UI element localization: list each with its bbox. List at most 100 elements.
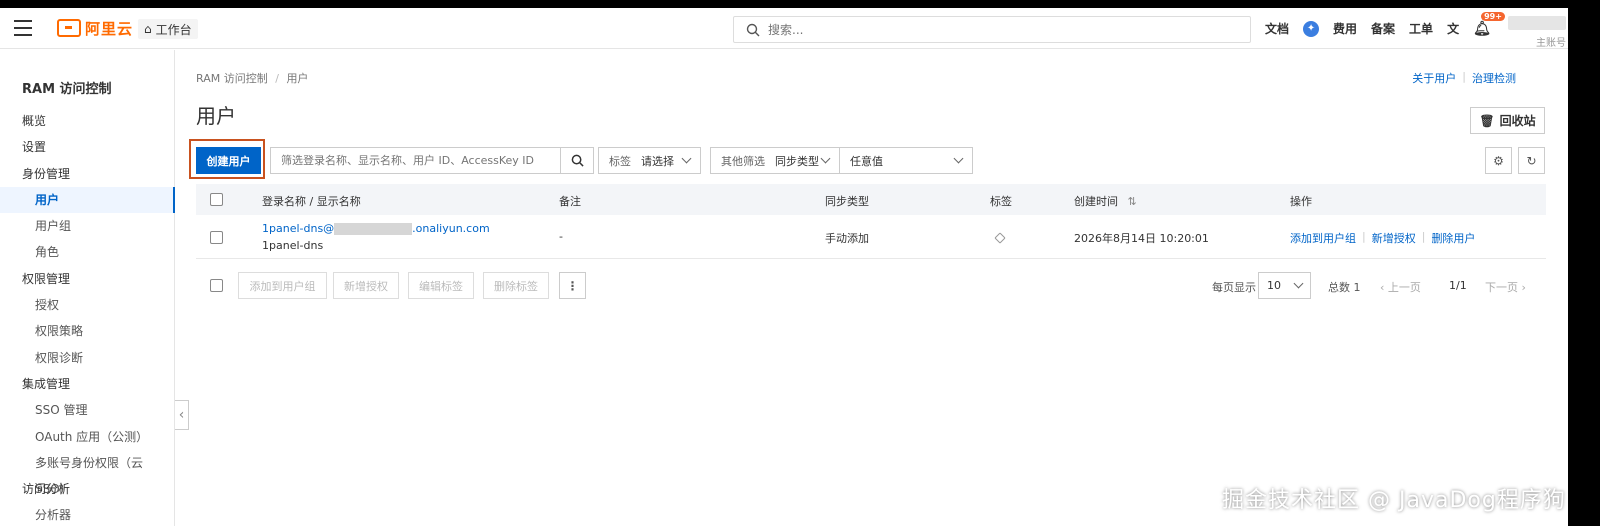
trash-icon: 🗑︎ (1479, 113, 1495, 128)
next-page-button[interactable]: 下一页 › (1485, 279, 1526, 295)
chevron-down-icon (820, 153, 831, 164)
total-count: 总数 1 (1328, 281, 1361, 294)
workbench-label: 工作台 (155, 22, 192, 37)
sidebar-item-9[interactable]: 权限诊断 (0, 345, 175, 371)
sidebar-item-1[interactable]: 设置 (0, 134, 175, 160)
chevron-down-icon (953, 153, 964, 164)
sort-icon: ⇅ (1127, 195, 1137, 208)
sidebar: RAM 访问控制 概览 设置 身份管理 用户 用户组 角色 权限管理 授权 权限策略 权限诊断 集成… (0, 50, 175, 526)
sidebar-item-8[interactable]: 权限策略 (0, 318, 175, 344)
logo-mark-icon (57, 19, 81, 37)
logo-text: 阿里云 (85, 19, 134, 38)
sidebar-item-14[interactable]: 访问分析 (0, 476, 175, 502)
governance-check-link[interactable]: 治理检测 (1472, 70, 1516, 86)
search-icon (746, 23, 760, 36)
select-all-checkbox[interactable] (210, 193, 223, 206)
bell-icon[interactable]: 🔔︎ 99+ (1473, 11, 1505, 37)
per-page-label: 每页显示 (1212, 281, 1256, 294)
prev-page-button[interactable]: ‹ 上一页 (1380, 279, 1421, 295)
col-actions: 操作 (1290, 195, 1312, 208)
global-search-input[interactable] (768, 22, 1208, 37)
row-checkbox[interactable] (210, 231, 223, 244)
login-prefix: 1panel-dns@ (262, 222, 335, 235)
sidebar-item-7[interactable]: 授权 (0, 292, 175, 318)
sidebar-collapse-button[interactable]: ‹ (175, 400, 189, 430)
docs-link[interactable]: 文档 (1265, 20, 1289, 37)
next-page-label: 下一页 (1485, 281, 1518, 294)
menu-icon[interactable] (14, 20, 32, 36)
sidebar-item-4[interactable]: 用户组 (0, 213, 175, 239)
sidebar-item-5[interactable]: 角色 (0, 239, 175, 265)
sidebar-item-0[interactable]: 概览 (0, 108, 175, 134)
sidebar-item-13[interactable]: 多账号身份权限（云 SSO） (0, 450, 175, 496)
table-row: 1panel-dns@ .onaliyun.com 1panel-dns - 手动… (196, 215, 1546, 259)
aliyun-logo[interactable]: 阿里云 (57, 17, 133, 39)
users-table: 登录名称 / 显示名称 备注 同步类型 标签 创建时间 ⇅ 操作 1panel-… (196, 184, 1546, 259)
login-name-link[interactable]: 1panel-dns@ .onaliyun.com (262, 222, 490, 235)
batch-edit-tags-button[interactable]: 编辑标签 (408, 272, 474, 299)
add-permission-link[interactable]: 新增授权 (1372, 230, 1416, 246)
account-type: 主账号 (1536, 38, 1566, 49)
prev-page-label: 上一页 (1387, 281, 1421, 294)
col-sync-type: 同步类型 (825, 195, 869, 208)
col-created-time[interactable]: 创建时间 ⇅ (1074, 193, 1137, 209)
sidebar-item-15[interactable]: 分析器 (0, 502, 175, 526)
add-to-group-link[interactable]: 添加到用户组 (1290, 230, 1356, 246)
page-size-select[interactable]: 10 (1258, 272, 1311, 299)
tag-icon[interactable] (994, 232, 1006, 244)
help-links: 关于用户 | 治理检测 (1412, 70, 1516, 86)
more-actions-button[interactable]: ⋮ (559, 272, 586, 299)
batch-select-checkbox[interactable] (210, 279, 223, 292)
gear-icon: ⚙ (1493, 153, 1504, 168)
batch-add-permission-button[interactable]: 新增授权 (333, 272, 399, 299)
col-login-name: 登录名称 / 显示名称 (262, 195, 361, 208)
display-name: 1panel-dns (262, 239, 324, 252)
sidebar-item-2[interactable]: 身份管理 (0, 161, 175, 187)
translate-icon[interactable]: 文 (1447, 20, 1459, 37)
workbench-link[interactable]: ⌂ 工作台 (138, 19, 198, 39)
notification-badge: 99+ (1481, 11, 1505, 21)
refresh-button[interactable]: ↻ (1518, 147, 1545, 174)
col-tags: 标签 (990, 195, 1012, 208)
icp-link[interactable]: 备案 (1371, 20, 1395, 37)
refresh-icon: ↻ (1526, 153, 1537, 168)
filter-value-label: 任意值 (850, 154, 883, 168)
ticket-link[interactable]: 工单 (1409, 20, 1433, 37)
sidebar-item-11[interactable]: SSO 管理 (0, 397, 175, 423)
batch-actions-bar: 添加到用户组 新增授权 编辑标签 删除标签 ⋮ 每页显示 10 总数 1 ‹ 上… (196, 272, 1546, 299)
search-icon (571, 154, 584, 167)
breadcrumb-root[interactable]: RAM 访问控制 (196, 72, 268, 85)
breadcrumb-current: 用户 (286, 72, 309, 85)
sidebar-item-12[interactable]: OAuth 应用（公测） (0, 424, 175, 450)
account-menu[interactable]: 主账号 (1508, 16, 1566, 49)
right-border (1568, 0, 1600, 526)
page-indicator: 1/1 (1449, 279, 1467, 292)
recycle-bin-button[interactable]: 🗑︎ 回收站 (1470, 107, 1545, 134)
batch-delete-tags-button[interactable]: 删除标签 (483, 272, 549, 299)
user-filter (270, 147, 594, 174)
sidebar-item-3[interactable]: 用户 (0, 186, 175, 214)
create-user-button[interactable]: 创建用户 (196, 147, 261, 174)
console-frame: 阿里云 ⌂ 工作台 文档 ✦ 费用 备案 工单 文 🔔︎99+ 主账号 RAM … (0, 8, 1568, 526)
account-name-masked (1508, 16, 1566, 30)
tag-select[interactable]: 标签 请选择 (598, 147, 701, 174)
sidebar-item-6[interactable]: 权限管理 (0, 266, 175, 292)
user-filter-input[interactable] (271, 154, 561, 167)
about-users-link[interactable]: 关于用户 (1412, 70, 1456, 86)
assistant-icon[interactable]: ✦ (1303, 20, 1320, 37)
sidebar-item-10[interactable]: 集成管理 (0, 371, 175, 397)
batch-add-to-group-button[interactable]: 添加到用户组 (238, 272, 327, 299)
chevron-down-icon (681, 153, 692, 164)
settings-button[interactable]: ⚙ (1485, 147, 1512, 174)
chevron-down-icon (1293, 278, 1304, 289)
other-filter-select[interactable]: 其他筛选 同步类型 (710, 147, 840, 174)
masked-account-id (334, 223, 413, 235)
filter-search-button[interactable] (560, 148, 593, 173)
delete-user-link[interactable]: 删除用户 (1431, 230, 1475, 246)
global-search[interactable] (733, 16, 1251, 43)
watermark: 掘金技术社区 @ JavaDog程序狗 (1222, 488, 1566, 513)
row-actions: 添加到用户组 | 新增授权 | 删除用户 (1290, 230, 1476, 246)
filter-value-select[interactable]: 任意值 (839, 147, 973, 174)
billing-link[interactable]: 费用 (1333, 20, 1357, 37)
col-note: 备注 (559, 195, 581, 208)
